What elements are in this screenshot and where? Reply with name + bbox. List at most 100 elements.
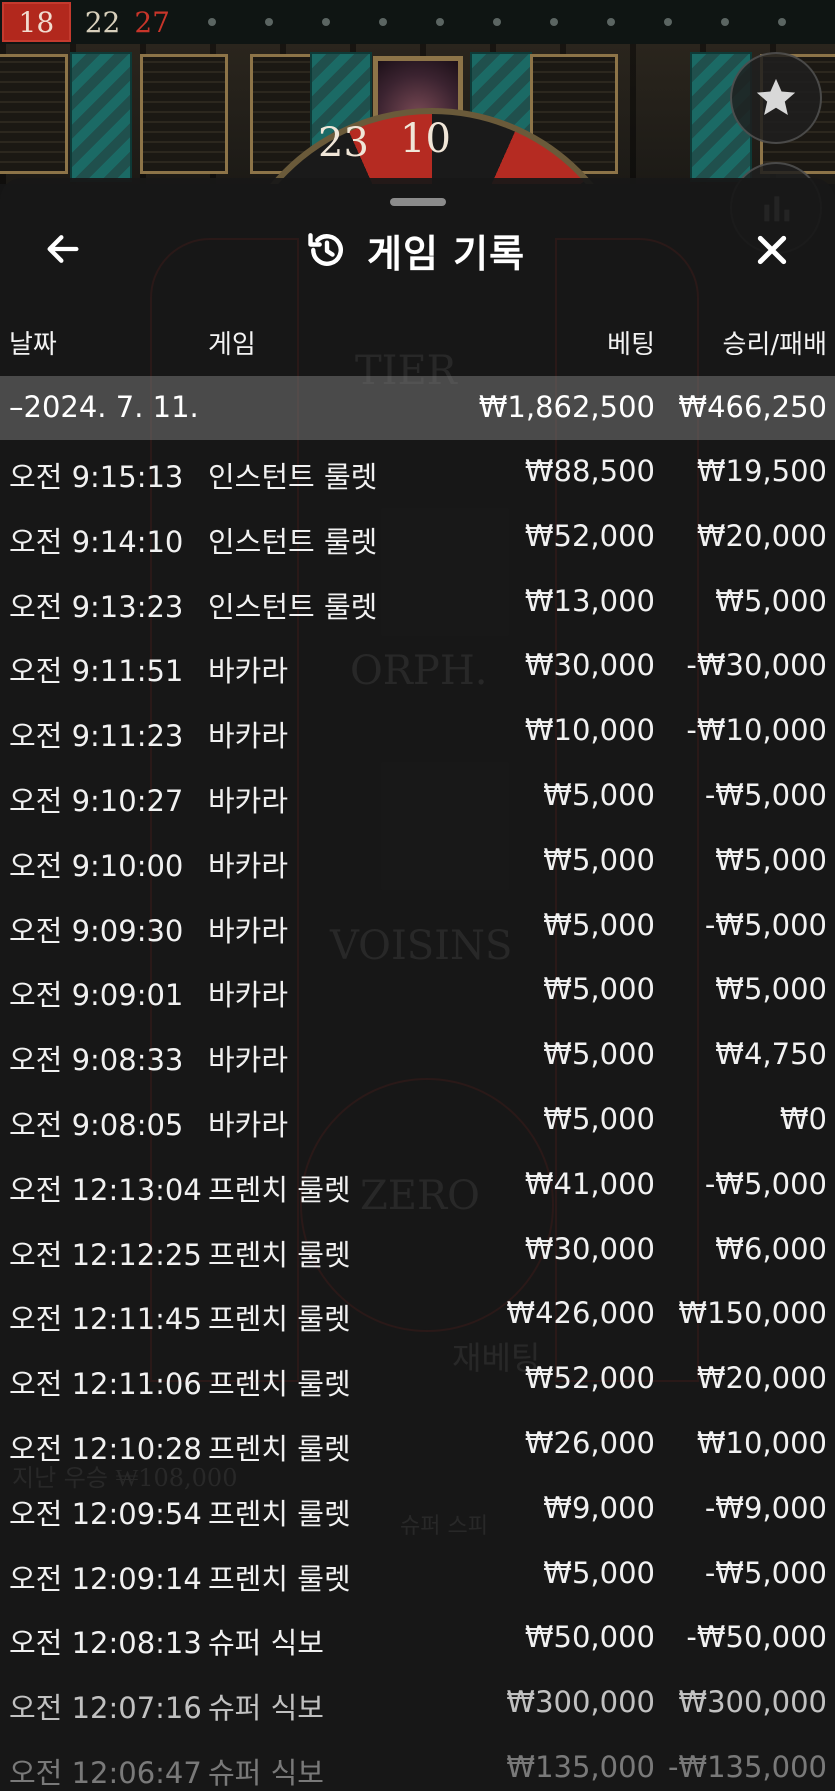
history-row[interactable]: 오전 9:09:30 바카라 ₩5,000 -₩5,000 <box>0 894 835 959</box>
row-bet: ₩426,000 <box>506 1296 655 1331</box>
history-row[interactable]: 오전 12:06:47 슈퍼 식보 ₩135,000 -₩135,000 <box>0 1736 835 1791</box>
history-row[interactable]: 오전 12:07:16 슈퍼 식보 ₩300,000 ₩300,000 <box>0 1671 835 1736</box>
history-row[interactable]: 오전 12:13:04 프렌치 룰렛 ₩41,000 -₩5,000 <box>0 1153 835 1218</box>
row-bet: ₩50,000 <box>524 1620 655 1655</box>
history-row[interactable]: 오전 12:11:45 프렌치 룰렛 ₩426,000 ₩150,000 <box>0 1282 835 1347</box>
row-result: -₩5,000 <box>704 777 827 812</box>
back-button[interactable] <box>40 226 86 272</box>
day-group-date: –2024. 7. 11. <box>9 390 199 424</box>
row-bet: ₩5,000 <box>543 1555 655 1590</box>
history-row[interactable]: 오전 9:15:13 인스턴트 룰렛 ₩88,500 ₩19,500 <box>0 440 835 505</box>
row-time: 오전 9:08:05 <box>9 1107 184 1142</box>
star-icon <box>756 78 796 116</box>
row-game: 프렌치 룰렛 <box>208 1367 351 1402</box>
row-result: -₩5,000 <box>704 907 827 942</box>
row-result: ₩4,750 <box>715 1037 827 1072</box>
row-game: 인스턴트 룰렛 <box>208 460 378 494</box>
history-row[interactable]: 오전 9:13:23 인스턴트 룰렛 ₩13,000 ₩5,000 <box>0 570 835 635</box>
row-time: 오전 12:13:04 <box>9 1172 202 1207</box>
wheel-number: 10 <box>400 116 451 162</box>
history-row[interactable]: 오전 9:08:33 바카라 ₩5,000 ₩4,750 <box>0 1023 835 1088</box>
row-result: -₩30,000 <box>686 648 827 683</box>
row-game: 바카라 <box>208 719 289 754</box>
history-row[interactable]: 오전 12:11:06 프렌치 룰렛 ₩52,000 ₩20,000 <box>0 1347 835 1412</box>
row-game: 슈퍼 식보 <box>208 1626 324 1661</box>
row-game: 프렌치 룰렛 <box>208 1172 351 1207</box>
row-game: 바카라 <box>208 783 289 818</box>
result-item: 22 <box>84 5 121 39</box>
row-bet: ₩41,000 <box>524 1166 655 1201</box>
history-row[interactable]: 오전 12:09:14 프렌치 룰렛 ₩5,000 -₩5,000 <box>0 1542 835 1607</box>
empty-result-slots <box>208 18 835 26</box>
row-bet: ₩5,000 <box>543 842 655 877</box>
row-result: ₩20,000 <box>696 518 827 553</box>
row-game: 슈퍼 식보 <box>208 1691 324 1726</box>
row-time: 오전 9:09:30 <box>9 913 184 948</box>
close-icon <box>757 235 787 265</box>
column-headers: 날짜 게임 베팅 승리/패배 <box>0 324 835 376</box>
game-history-sheet: TIER ORPH. VOISINS ZERO 재베팅 지난 우승 ₩108,0… <box>0 178 835 1791</box>
history-row[interactable]: 오전 9:09:01 바카라 ₩5,000 ₩5,000 <box>0 958 835 1023</box>
day-group-win-total: ₩466,250 <box>678 390 827 424</box>
row-time: 오전 12:11:06 <box>9 1367 202 1402</box>
row-bet: ₩5,000 <box>543 777 655 812</box>
row-bet: ₩52,000 <box>524 518 655 553</box>
row-game: 바카라 <box>208 1107 289 1142</box>
row-result: ₩0 <box>779 1101 827 1136</box>
row-time: 오전 12:11:45 <box>9 1302 202 1337</box>
row-time: 오전 9:14:10 <box>9 524 184 559</box>
history-row[interactable]: 오전 9:11:23 바카라 ₩10,000 -₩10,000 <box>0 699 835 764</box>
favorite-button[interactable] <box>730 52 822 144</box>
row-game: 바카라 <box>208 978 289 1013</box>
drag-handle[interactable] <box>390 198 446 206</box>
history-row[interactable]: 오전 9:10:27 바카라 ₩5,000 -₩5,000 <box>0 764 835 829</box>
row-result: ₩19,500 <box>696 454 827 488</box>
close-button[interactable] <box>750 228 794 272</box>
row-game: 프렌치 룰렛 <box>208 1431 351 1466</box>
row-time: 오전 12:07:16 <box>9 1691 202 1726</box>
game-background-scene: 23 10 <box>0 44 835 184</box>
row-bet: ₩5,000 <box>543 972 655 1007</box>
row-result: -₩5,000 <box>704 1555 827 1590</box>
history-row[interactable]: 오전 9:10:00 바카라 ₩5,000 ₩5,000 <box>0 829 835 894</box>
history-row[interactable]: 오전 9:11:51 바카라 ₩30,000 -₩30,000 <box>0 634 835 699</box>
row-result: -₩10,000 <box>686 713 827 748</box>
row-bet: ₩13,000 <box>524 583 655 618</box>
row-game: 슈퍼 식보 <box>208 1755 324 1790</box>
column-header-win-loss: 승리/패배 <box>722 330 827 360</box>
row-bet: ₩30,000 <box>524 1231 655 1266</box>
wheel-number: 23 <box>318 120 369 166</box>
row-bet: ₩30,000 <box>524 648 655 683</box>
row-time: 오전 9:10:27 <box>9 783 184 818</box>
row-game: 프렌치 룰렛 <box>208 1561 351 1596</box>
history-row[interactable]: 오전 12:09:54 프렌치 룰렛 ₩9,000 -₩9,000 <box>0 1477 835 1542</box>
row-time: 오전 12:06:47 <box>9 1755 202 1790</box>
row-game: 인스턴트 룰렛 <box>208 589 378 624</box>
result-item: 27 <box>134 5 170 39</box>
row-result: ₩300,000 <box>678 1685 827 1720</box>
history-row[interactable]: 오전 12:12:25 프렌치 룰렛 ₩30,000 ₩6,000 <box>0 1218 835 1283</box>
row-result: ₩6,000 <box>715 1231 827 1266</box>
history-row[interactable]: 오전 9:14:10 인스턴트 룰렛 ₩52,000 ₩20,000 <box>0 505 835 570</box>
history-row[interactable]: 오전 12:10:28 프렌치 룰렛 ₩26,000 ₩10,000 <box>0 1412 835 1477</box>
row-result: ₩20,000 <box>696 1361 827 1396</box>
history-row[interactable]: 오전 12:08:13 슈퍼 식보 ₩50,000 -₩50,000 <box>0 1606 835 1671</box>
back-arrow-icon <box>47 235 79 263</box>
row-bet: ₩300,000 <box>506 1685 655 1720</box>
column-header-game: 게임 <box>208 330 256 360</box>
modal-header: 게임 기록 <box>305 222 525 278</box>
row-time: 오전 12:10:28 <box>9 1431 202 1466</box>
row-game: 인스턴트 룰렛 <box>208 524 378 559</box>
row-time: 오전 12:09:54 <box>9 1496 202 1531</box>
row-bet: ₩26,000 <box>524 1425 655 1460</box>
row-game: 바카라 <box>208 848 289 883</box>
row-bet: ₩52,000 <box>524 1361 655 1396</box>
column-header-bet: 베팅 <box>607 330 655 360</box>
recent-results-strip: 18 22 27 <box>0 0 835 44</box>
history-row[interactable]: 오전 9:08:05 바카라 ₩5,000 ₩0 <box>0 1088 835 1153</box>
row-result: -₩50,000 <box>686 1620 827 1655</box>
row-result: ₩5,000 <box>715 972 827 1007</box>
row-bet: ₩5,000 <box>543 1101 655 1136</box>
row-game: 바카라 <box>208 1043 289 1078</box>
day-group-header[interactable]: –2024. 7. 11. ₩1,862,500 ₩466,250 <box>0 376 835 440</box>
